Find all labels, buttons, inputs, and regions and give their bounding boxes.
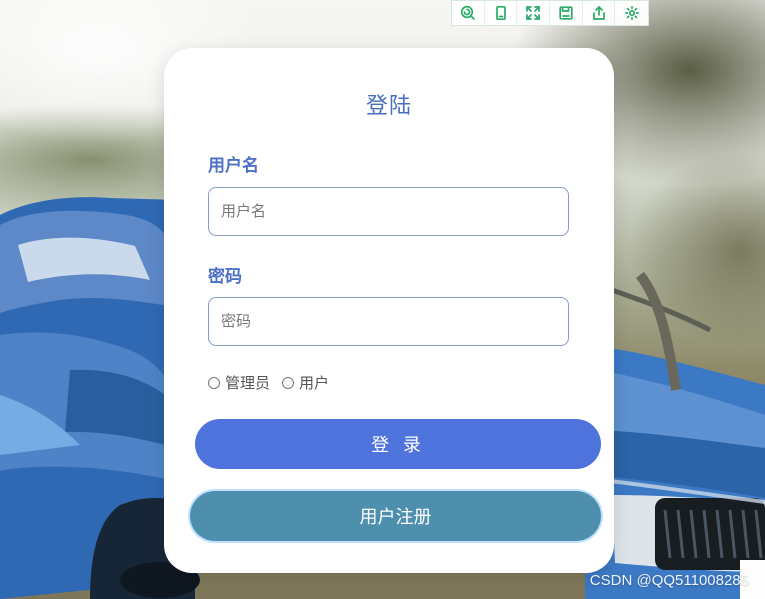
user-role-radio[interactable] (282, 376, 295, 389)
username-field[interactable] (208, 187, 569, 236)
login-page: 登陆 用户名 密码 管理员 用户 登 录 用户注册 CSDN @QQ511008… (0, 0, 765, 599)
browser-toolbar (451, 0, 649, 26)
settings-icon[interactable] (615, 1, 648, 25)
admin-role-label: 管理员 (225, 374, 271, 392)
admin-role-radio[interactable] (208, 376, 220, 389)
password-label: 密码 (208, 267, 242, 287)
watermark: CSDN @QQ511008285 (589, 572, 749, 589)
device-icon[interactable] (485, 1, 518, 25)
user-role-option[interactable]: 用户 (282, 372, 329, 393)
user-role-label: 用户 (299, 374, 330, 392)
register-button[interactable]: 用户注册 (190, 491, 601, 541)
admin-role-option[interactable]: 管理员 (208, 372, 270, 393)
username-label: 用户名 (208, 156, 259, 176)
role-selector: 管理员 用户 (208, 372, 329, 393)
fullscreen-icon[interactable] (517, 1, 551, 25)
search-circle-icon[interactable] (452, 1, 485, 25)
password-field[interactable] (208, 297, 569, 346)
page-title: 登陆 (365, 94, 412, 119)
login-card: 登陆 用户名 密码 管理员 用户 登 录 用户注册 (164, 48, 614, 573)
share-icon[interactable] (583, 1, 616, 25)
login-button[interactable]: 登 录 (195, 419, 601, 469)
save-icon[interactable] (550, 1, 583, 25)
